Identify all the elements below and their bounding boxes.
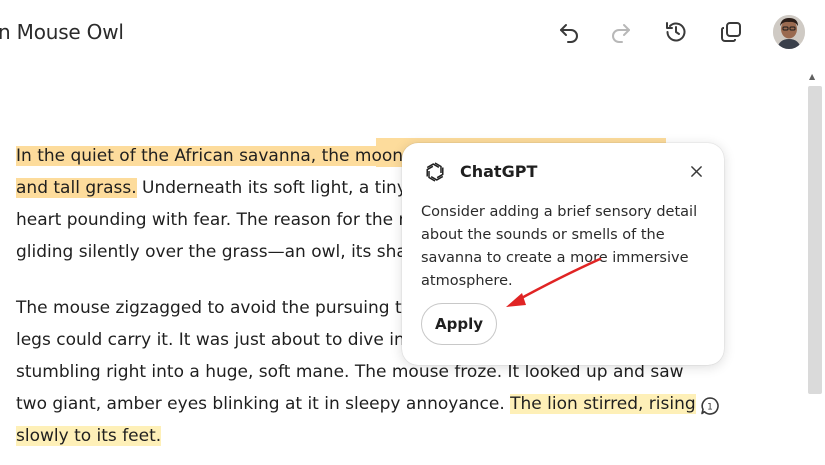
top-bar: n Mouse Owl (0, 0, 825, 70)
popover-title: ChatGPT (460, 162, 538, 181)
redo-icon[interactable] (607, 18, 635, 46)
comment-icon[interactable]: 1 (699, 395, 721, 417)
undo-icon[interactable] (555, 18, 583, 46)
paragraph-2-line-5: slowly to its feet. (16, 426, 162, 446)
paragraph-2-line-1: The mouse zigzagged to avoid the pursuin… (16, 298, 417, 318)
paragraph-2-line-4: two giant, amber eyes blinking at it in … (16, 394, 696, 414)
apply-button[interactable]: Apply (421, 303, 497, 345)
chatgpt-suggestion-popover: ChatGPT Consider adding a brief sensory … (402, 143, 724, 365)
close-icon[interactable] (686, 161, 706, 181)
history-icon[interactable] (662, 18, 690, 46)
document-title: n Mouse Owl (0, 20, 124, 44)
user-avatar[interactable] (773, 15, 805, 49)
paragraph-1-line-2: and tall grass. Underneath its soft ligh… (16, 178, 429, 198)
paragraph-1-line-1: In the quiet of the African savanna, the… (16, 146, 429, 166)
paragraph-1-line-4: gliding silently over the grass—an owl, … (16, 242, 425, 262)
comment-count: 1 (707, 403, 713, 413)
annotation-arrow (506, 257, 602, 307)
copy-icon[interactable] (717, 18, 745, 46)
chatgpt-logo-icon (422, 159, 448, 185)
paragraph-2-line-2: legs could carry it. It was just about t… (16, 330, 422, 350)
scrollbar-thumb[interactable] (808, 86, 822, 394)
scroll-up-arrow-icon[interactable]: ▲ (809, 72, 815, 81)
paragraph-1-line-3: heart pounding with fear. The reason for… (16, 210, 426, 230)
